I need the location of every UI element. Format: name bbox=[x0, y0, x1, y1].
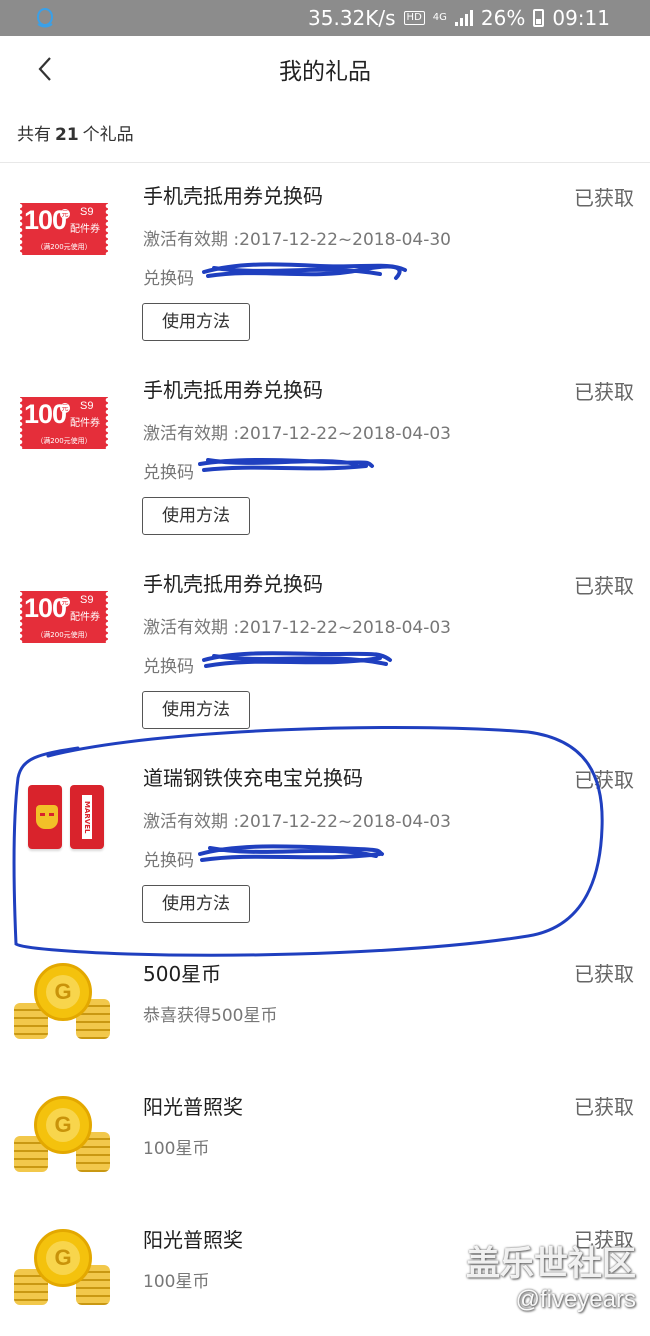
battery-percent: 26% bbox=[480, 6, 526, 30]
author-handle: @fiveyears bbox=[515, 1286, 636, 1313]
coupon-100-icon: 100 元 S9 配件券 （满200元使用） bbox=[20, 591, 108, 643]
coupon-100-icon: 100 元 S9 配件券 （满200元使用） bbox=[20, 203, 108, 255]
gift-count-suffix: 个礼品 bbox=[82, 125, 134, 145]
redeem-code-label: 兑换码 bbox=[143, 851, 194, 871]
gift-status: 已获取 bbox=[574, 186, 634, 210]
redacted-code-scribble bbox=[198, 458, 374, 472]
gift-count-prefix: 共有 bbox=[17, 125, 51, 145]
gift-description: 100星币 bbox=[143, 1139, 210, 1159]
redeem-code-label: 兑换码 bbox=[143, 269, 194, 289]
redacted-code-scribble bbox=[202, 262, 407, 280]
qq-notification-icon bbox=[37, 8, 53, 28]
community-watermark: 盖乐世社区 bbox=[466, 1244, 636, 1284]
gift-name: 500星币 bbox=[143, 962, 222, 986]
redeem-code-label: 兑换码 bbox=[143, 463, 194, 483]
redeem-code-label: 兑换码 bbox=[143, 657, 194, 677]
battery-icon bbox=[533, 9, 545, 27]
how-to-use-button[interactable]: 使用方法 bbox=[142, 691, 250, 729]
gift-name: 手机壳抵用券兑换码 bbox=[143, 378, 323, 402]
gift-name: 道瑞钢铁侠充电宝兑换码 bbox=[143, 766, 363, 790]
gift-name: 手机壳抵用券兑换码 bbox=[143, 572, 323, 596]
gold-coin-icon: G bbox=[14, 1225, 110, 1305]
gift-status: 已获取 bbox=[574, 1095, 634, 1119]
gift-status: 已获取 bbox=[574, 380, 634, 404]
gift-status: 已获取 bbox=[574, 768, 634, 792]
how-to-use-button[interactable]: 使用方法 bbox=[142, 497, 250, 535]
clock: 09:11 bbox=[552, 6, 610, 30]
status-bar: 35.32K/s HD 4G 26% 09:11 bbox=[0, 0, 650, 36]
gift-name: 手机壳抵用券兑换码 bbox=[143, 184, 323, 208]
gold-coin-icon: G bbox=[14, 959, 110, 1039]
divider bbox=[0, 162, 650, 163]
coupon-100-icon: 100 元 S9 配件券 （满200元使用） bbox=[20, 397, 108, 449]
gift-status: 已获取 bbox=[574, 574, 634, 598]
gift-description: 100星币 bbox=[143, 1272, 210, 1292]
gift-validity: 激活有效期 :2017-12-22~2018-04-03 bbox=[143, 618, 451, 638]
redacted-code-scribble bbox=[198, 844, 384, 862]
gift-validity: 激活有效期 :2017-12-22~2018-04-03 bbox=[143, 812, 451, 832]
network-speed: 35.32K/s bbox=[308, 6, 396, 30]
hd-badge: HD bbox=[403, 11, 425, 25]
page-title: 我的礼品 bbox=[279, 59, 371, 85]
gold-coin-icon: G bbox=[14, 1092, 110, 1172]
gift-description: 恭喜获得500星币 bbox=[143, 1006, 278, 1026]
gift-status: 已获取 bbox=[574, 962, 634, 986]
app-header: 我的礼品 bbox=[0, 36, 650, 100]
gift-validity: 激活有效期 :2017-12-22~2018-04-30 bbox=[143, 230, 451, 250]
gift-name: 阳光普照奖 bbox=[143, 1228, 243, 1252]
redacted-code-scribble bbox=[202, 651, 392, 668]
how-to-use-button[interactable]: 使用方法 bbox=[142, 303, 250, 341]
gift-count: 共有 21 个礼品 bbox=[17, 120, 134, 145]
signal-icon bbox=[454, 10, 473, 26]
gift-validity: 激活有效期 :2017-12-22~2018-04-03 bbox=[143, 424, 451, 444]
iron-man-power-bank-icon: MARVEL bbox=[26, 785, 106, 857]
how-to-use-button[interactable]: 使用方法 bbox=[142, 885, 250, 923]
network-type: 4G bbox=[432, 12, 447, 23]
gift-name: 阳光普照奖 bbox=[143, 1095, 243, 1119]
gift-count-number: 21 bbox=[55, 125, 79, 145]
